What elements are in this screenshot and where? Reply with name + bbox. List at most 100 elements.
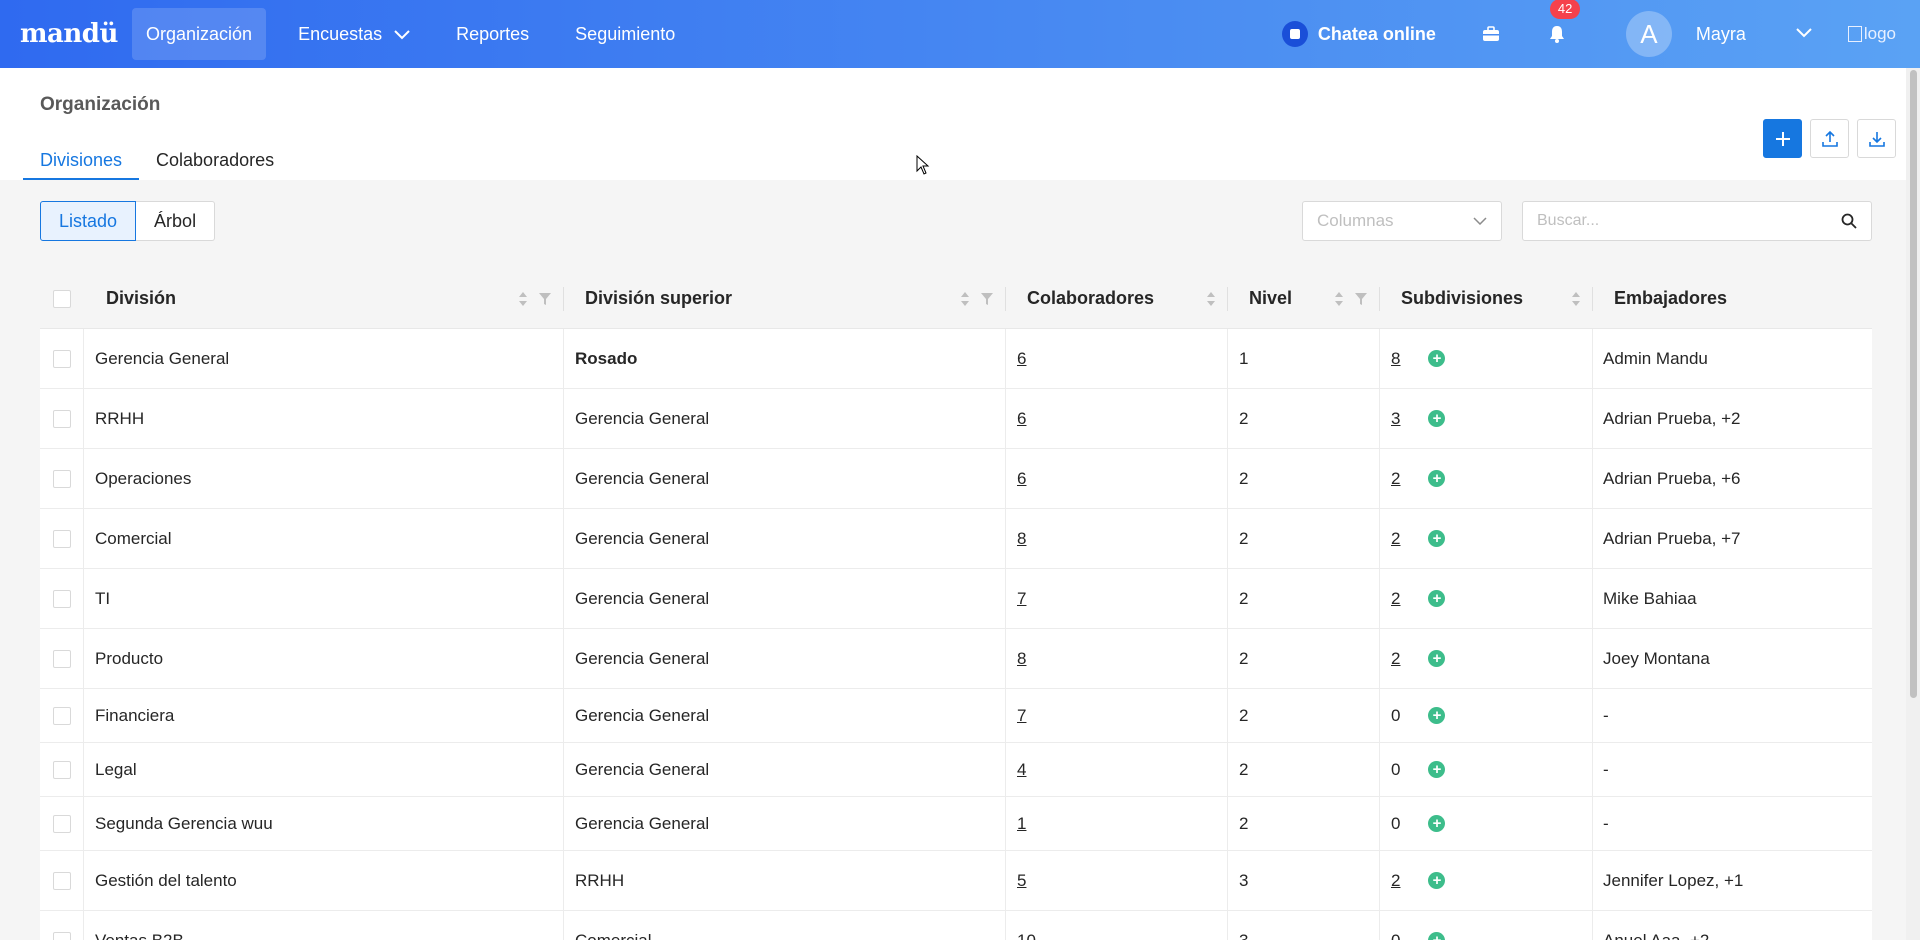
scrollbar-thumb[interactable] bbox=[1910, 70, 1917, 698]
briefcase-icon[interactable] bbox=[1478, 21, 1504, 47]
colaboradores-link[interactable]: 6 bbox=[1017, 349, 1026, 369]
add-subdivision-button[interactable]: + bbox=[1428, 932, 1446, 940]
colaboradores-link[interactable]: 4 bbox=[1017, 760, 1026, 780]
row-checkbox[interactable] bbox=[52, 814, 71, 833]
colaboradores-link[interactable]: 10 bbox=[1017, 931, 1036, 940]
sort-icon[interactable] bbox=[518, 291, 528, 307]
user-name[interactable]: Mayra bbox=[1696, 24, 1796, 45]
mouse-cursor-icon bbox=[916, 154, 930, 180]
add-subdivision-button[interactable]: + bbox=[1428, 707, 1446, 724]
division-name: Comercial bbox=[95, 528, 172, 548]
sort-icon[interactable] bbox=[1571, 291, 1581, 307]
row-checkbox[interactable] bbox=[52, 589, 71, 608]
table-row[interactable]: Operaciones Gerencia General 6 2 2 + Adrian Pr… bbox=[40, 449, 1872, 509]
add-subdivision-button[interactable]: + bbox=[1428, 530, 1446, 547]
filter-icon[interactable] bbox=[538, 292, 552, 306]
add-subdivision-button[interactable]: + bbox=[1428, 761, 1446, 778]
add-subdivision-button[interactable]: + bbox=[1428, 470, 1446, 487]
subdivisiones-value[interactable]: 2 bbox=[1391, 589, 1400, 609]
table-row[interactable]: Segunda Gerencia wuu Gerencia General 1 2 0 +… bbox=[40, 797, 1872, 851]
plus-icon: + bbox=[1432, 761, 1442, 778]
download-button[interactable] bbox=[1857, 119, 1896, 158]
table-row[interactable]: Ventas B2BComercial1030+Anuel Aaa, +2 bbox=[40, 911, 1872, 940]
row-checkbox[interactable] bbox=[52, 649, 71, 668]
upload-button[interactable] bbox=[1810, 119, 1849, 158]
row-select-cell bbox=[40, 449, 84, 508]
subdivisiones-value[interactable]: 8 bbox=[1391, 349, 1400, 369]
chat-online-button[interactable]: Chatea online bbox=[1281, 21, 1436, 47]
row-checkbox[interactable] bbox=[52, 706, 71, 725]
nav-seguimiento[interactable]: Seguimiento bbox=[561, 8, 689, 60]
subdivisiones-value[interactable]: 2 bbox=[1391, 469, 1400, 489]
tab-colaboradores[interactable]: Colaboradores bbox=[139, 138, 291, 180]
table-row[interactable]: Legal Gerencia General 4 2 0 + - bbox=[40, 743, 1872, 797]
header-division-superior[interactable]: División superior bbox=[564, 269, 1006, 329]
notifications-button[interactable]: 42 bbox=[1544, 0, 1581, 47]
row-checkbox[interactable] bbox=[52, 871, 71, 890]
add-subdivision-button[interactable]: + bbox=[1428, 410, 1446, 427]
row-checkbox[interactable] bbox=[52, 529, 71, 548]
header-nivel[interactable]: Nivel bbox=[1228, 269, 1380, 329]
table-row[interactable]: Gerencia General Rosado 6 1 8 + Admin Mandu bbox=[40, 329, 1872, 389]
row-checkbox[interactable] bbox=[52, 409, 71, 428]
vertical-scrollbar[interactable] bbox=[1906, 68, 1920, 940]
table-row[interactable]: RRHH Gerencia General 6 2 3 + Adrian Prueba, +… bbox=[40, 389, 1872, 449]
row-checkbox[interactable] bbox=[52, 931, 71, 940]
select-all-checkbox[interactable] bbox=[53, 289, 71, 308]
sort-icon[interactable] bbox=[1334, 291, 1344, 307]
brand-logo[interactable]: mandü bbox=[20, 19, 132, 49]
row-checkbox[interactable] bbox=[52, 760, 71, 779]
nivel-cell: 2 bbox=[1228, 629, 1380, 688]
sort-icon[interactable] bbox=[1206, 291, 1216, 307]
table-row[interactable]: Financiera Gerencia General 7 2 0 + - bbox=[40, 689, 1872, 743]
colaboradores-link[interactable]: 6 bbox=[1017, 409, 1026, 429]
header-colaboradores[interactable]: Colaboradores bbox=[1006, 269, 1228, 329]
table-row[interactable]: TI Gerencia General 7 2 2 + Mike Bahiaa bbox=[40, 569, 1872, 629]
add-subdivision-button[interactable]: + bbox=[1428, 815, 1446, 832]
nav-seguimiento-label: Seguimiento bbox=[575, 23, 676, 44]
subdivisiones-value[interactable]: 2 bbox=[1391, 649, 1400, 669]
colaboradores-link[interactable]: 6 bbox=[1017, 469, 1026, 489]
row-checkbox[interactable] bbox=[52, 469, 71, 488]
filter-icon[interactable] bbox=[1354, 292, 1368, 306]
add-subdivision-button[interactable]: + bbox=[1428, 590, 1446, 607]
nivel-value: 2 bbox=[1239, 813, 1249, 833]
header-subdivisiones[interactable]: Subdivisiones bbox=[1380, 269, 1593, 329]
add-subdivision-button[interactable]: + bbox=[1428, 872, 1446, 889]
avatar[interactable]: A bbox=[1625, 11, 1672, 57]
search-input[interactable] bbox=[1537, 212, 1841, 230]
filter-icon[interactable] bbox=[980, 292, 994, 306]
add-subdivision-button[interactable]: + bbox=[1428, 350, 1446, 367]
table-row[interactable]: Producto Gerencia General 8 2 2 + Joey Montana bbox=[40, 629, 1872, 689]
view-arbol-button[interactable]: Árbol bbox=[136, 201, 216, 241]
row-checkbox[interactable] bbox=[52, 349, 71, 368]
search-icon[interactable] bbox=[1841, 213, 1857, 229]
sort-icon[interactable] bbox=[960, 291, 970, 307]
subdivisiones-value[interactable]: 2 bbox=[1391, 529, 1400, 549]
columns-select[interactable]: Columnas bbox=[1302, 201, 1502, 241]
superior-name: Gerencia General bbox=[575, 759, 710, 779]
colaboradores-link[interactable]: 5 bbox=[1017, 871, 1026, 891]
add-subdivision-button[interactable]: + bbox=[1428, 650, 1446, 667]
colaboradores-link[interactable]: 7 bbox=[1017, 706, 1026, 726]
embajadores-value: Admin Mandu bbox=[1603, 348, 1708, 368]
view-listado-button[interactable]: Listado bbox=[40, 201, 137, 241]
chevron-down-icon bbox=[394, 24, 410, 45]
table-row[interactable]: Gestión del talento RRHH 5 3 2 + Jennifer Lope… bbox=[40, 851, 1872, 911]
subdivisiones-value[interactable]: 3 bbox=[1391, 409, 1400, 429]
nav-organizacion[interactable]: Organización bbox=[132, 8, 267, 60]
header-division[interactable]: División bbox=[84, 269, 564, 329]
tab-divisiones[interactable]: Divisiones bbox=[23, 138, 140, 180]
user-menu-chevron-icon[interactable] bbox=[1796, 25, 1812, 43]
nav-reportes[interactable]: Reportes bbox=[442, 8, 543, 60]
table-row[interactable]: Comercial Gerencia General 8 2 2 + Adrian Prue… bbox=[40, 509, 1872, 569]
division-cell: Ventas B2B bbox=[84, 911, 564, 940]
subdivisiones-value[interactable]: 2 bbox=[1391, 871, 1400, 891]
colaboradores-link[interactable]: 7 bbox=[1017, 589, 1026, 609]
nav-encuestas[interactable]: Encuestas bbox=[284, 8, 424, 60]
colaboradores-link[interactable]: 8 bbox=[1017, 529, 1026, 549]
add-division-button[interactable] bbox=[1763, 119, 1802, 158]
colaboradores-link[interactable]: 1 bbox=[1017, 814, 1026, 834]
colaboradores-link[interactable]: 8 bbox=[1017, 649, 1026, 669]
nivel-cell: 2 bbox=[1228, 743, 1380, 796]
